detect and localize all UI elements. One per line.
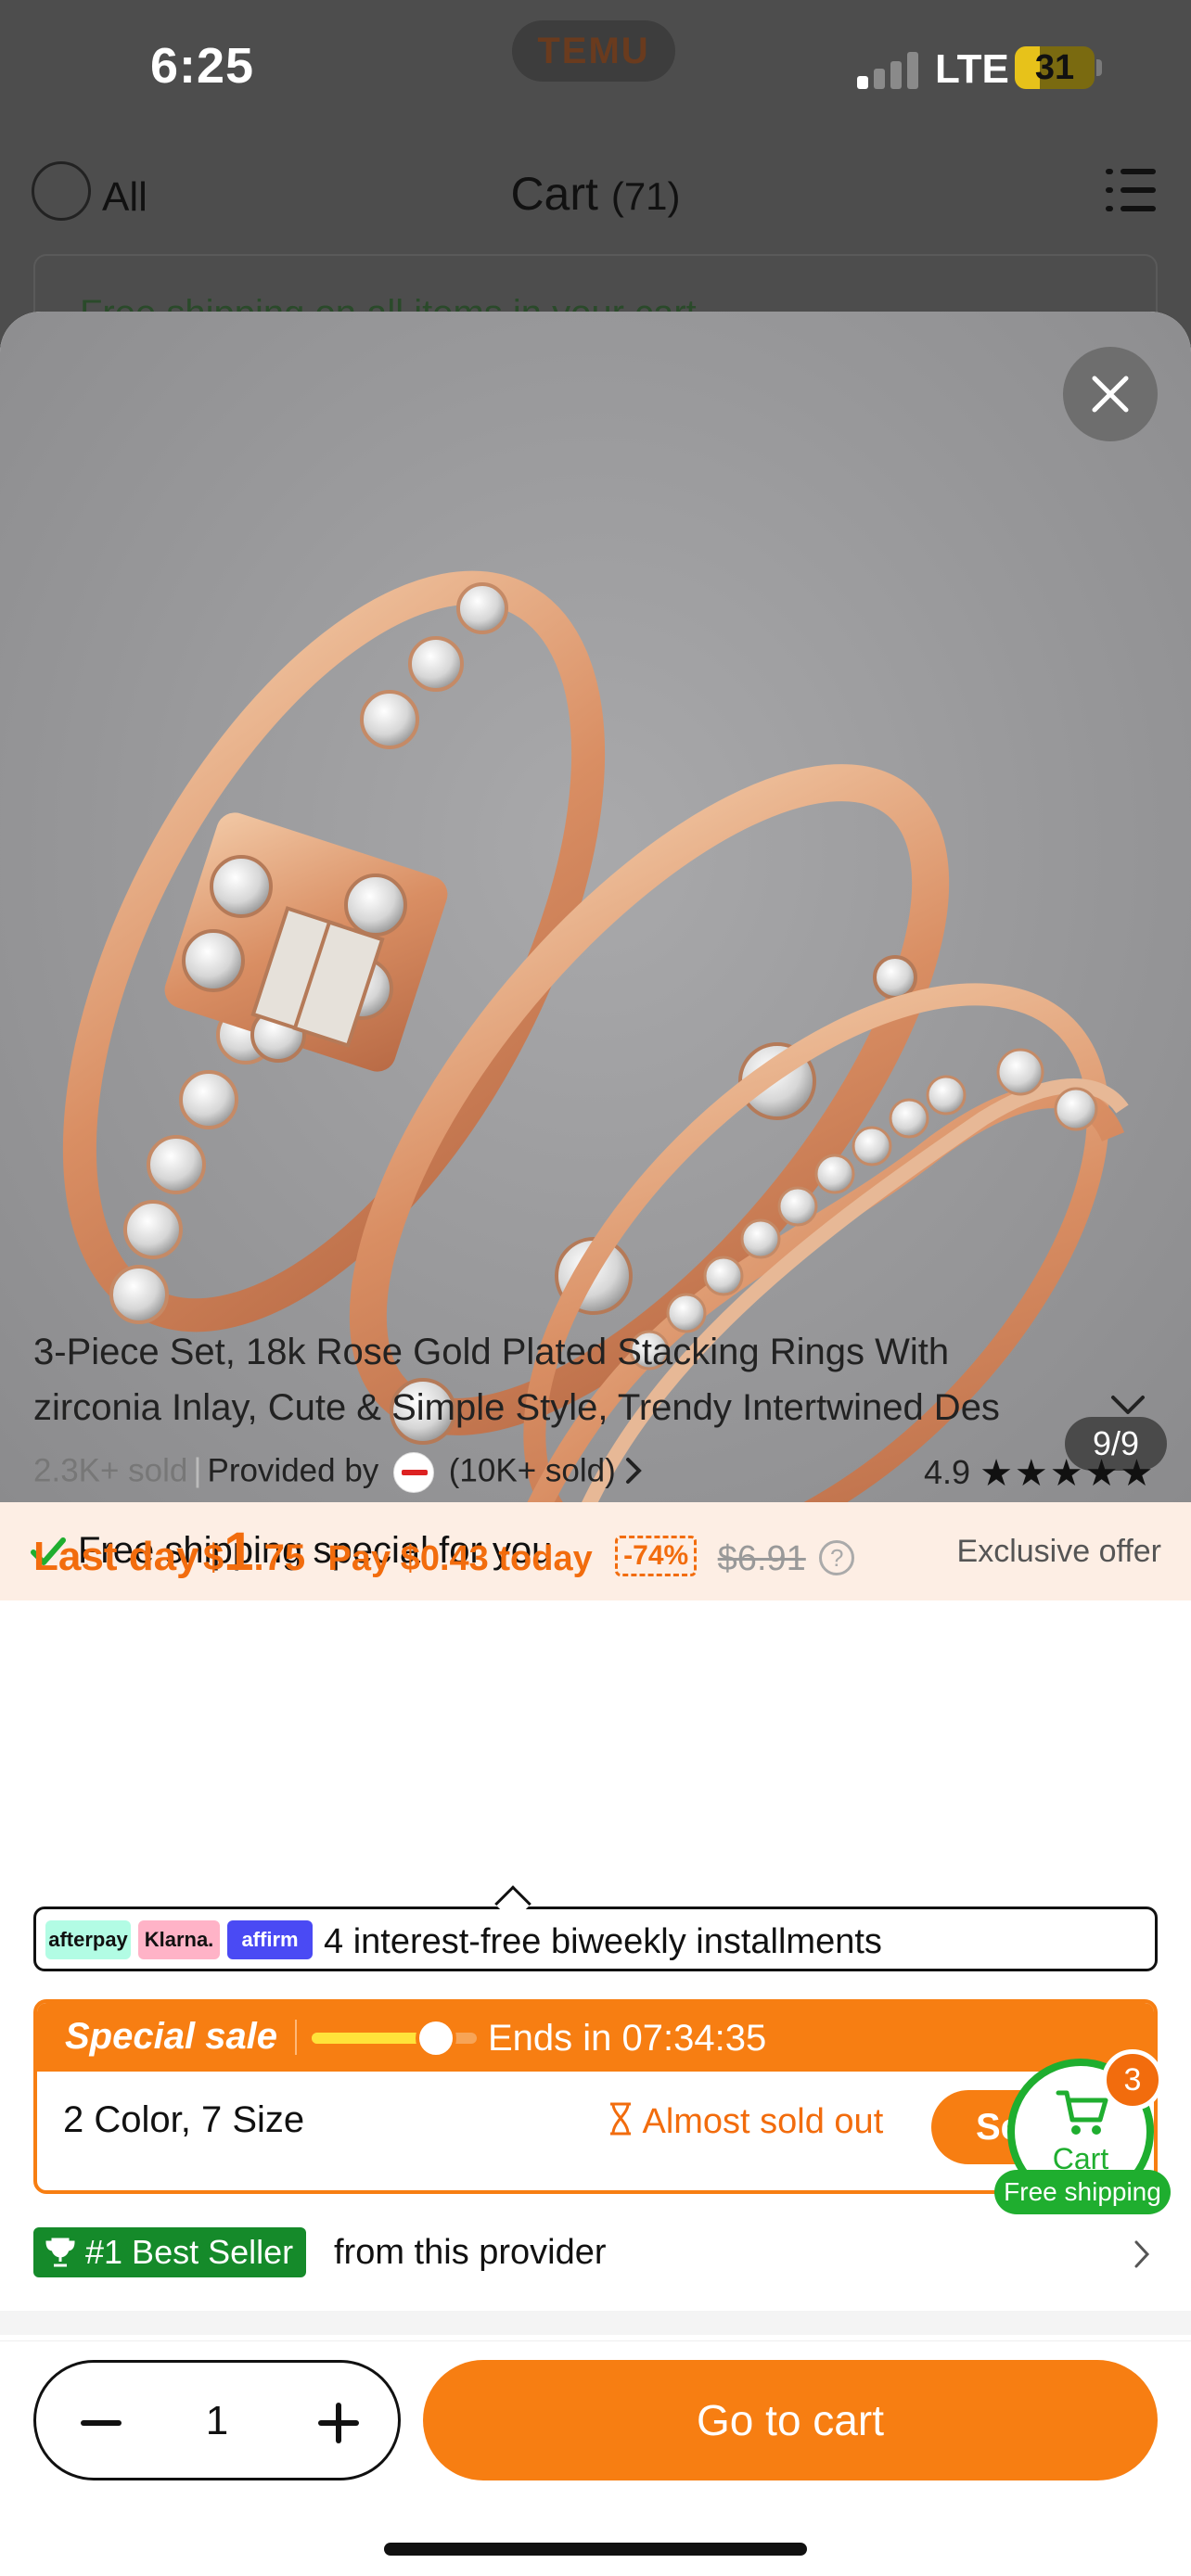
hourglass-icon (610, 2102, 631, 2136)
bottom-action-bar: 1 Go to cart (0, 2340, 1191, 2576)
variant-options[interactable]: 2 Color, 7 Size (63, 2099, 304, 2141)
affirm-logo: affirm (227, 1920, 313, 1959)
go-to-cart-button[interactable]: Go to cart (423, 2360, 1158, 2480)
cart-count: (71) (610, 174, 681, 218)
cart-icon (1056, 2090, 1108, 2135)
quantity-stepper: 1 (33, 2360, 401, 2480)
brand-pill: TEMU (512, 20, 675, 82)
price-row: Last day $1.75 Pay $0.43 today -74% $6.9… (33, 1521, 855, 1583)
almost-sold-out: Almost sold out (607, 2101, 883, 2142)
signal-icon (857, 50, 924, 89)
provider-logo (393, 1452, 435, 1493)
exclusive-offer-label: Exclusive offer (956, 1534, 1161, 1569)
section-divider (0, 2311, 1191, 2335)
last-day-label: Last day (33, 1534, 199, 1579)
home-indicator (384, 2543, 807, 2556)
cart-header: All Cart (71) (0, 148, 1191, 241)
best-seller-text: from this provider (334, 2233, 607, 2272)
product-meta: 2.3K+ sold | Provided by (10K+ sold) (33, 1452, 643, 1493)
pay-today: Pay $0.43 today (327, 1539, 593, 1578)
list-menu-icon[interactable] (1106, 167, 1156, 215)
clock-icon (416, 2018, 456, 2059)
status-time: 6:25 (150, 38, 255, 94)
help-icon[interactable]: ? (819, 1540, 855, 1575)
original-price: $6.91 (717, 1539, 806, 1578)
klarna-logo: Klarna. (138, 1920, 220, 1959)
provided-by-label: Provided by (207, 1452, 379, 1489)
increment-button[interactable] (311, 2400, 366, 2446)
cart-title: Cart (71) (510, 168, 681, 220)
status-bar: 6:25 TEMU LTE 31 (0, 0, 1191, 139)
product-title[interactable]: 3-Piece Set, 18k Rose Gold Plated Stacki… (33, 1324, 1063, 1435)
chevron-down-icon[interactable] (1109, 1393, 1146, 1417)
special-sale-label: Special sale (65, 2016, 278, 2057)
quantity-value: 1 (205, 2398, 229, 2443)
special-sale-card: Special sale Ends in 07:34:35 2 Color, 7… (33, 1999, 1158, 2194)
rating-stars: ★★★★★ (980, 1453, 1156, 1494)
best-seller-badge: #1 Best Seller (33, 2227, 307, 2277)
decrement-button[interactable] (73, 2400, 129, 2446)
price-cents: .75 (253, 1537, 306, 1578)
trophy-icon (45, 2238, 75, 2267)
special-sale-header: Special sale Ends in 07:34:35 (37, 2003, 1154, 2072)
chevron-right-icon[interactable] (1132, 2238, 1152, 2270)
sold-count: 2.3K+ sold (33, 1452, 188, 1489)
installments-text: 4 interest-free biweekly installments (324, 1922, 882, 1961)
battery-icon: 31 (1015, 46, 1095, 89)
product-rating[interactable]: 4.9 ★★★★★ (924, 1452, 1155, 1495)
countdown: 07:34:35 (621, 2018, 767, 2059)
battery-level: 31 (1034, 48, 1075, 87)
afterpay-logo: afterpay (45, 1920, 131, 1959)
chevron-right-icon (626, 1458, 643, 1485)
discount-badge: -74% (615, 1536, 698, 1576)
sale-progress-fill (312, 2033, 431, 2044)
cart-badge: 3 (1102, 2049, 1163, 2111)
provider-sold[interactable]: (10K+ sold) (449, 1452, 616, 1488)
cart-free-shipping: Free shipping (994, 2170, 1171, 2214)
installments-box[interactable]: afterpay Klarna. affirm 4 interest-free … (33, 1885, 1158, 1971)
close-button[interactable] (1063, 347, 1158, 441)
ends-in: Ends in 07:34:35 (488, 2018, 767, 2059)
price-whole: 1 (224, 1522, 254, 1582)
close-icon (1092, 376, 1129, 413)
network-label: LTE (935, 46, 1009, 92)
